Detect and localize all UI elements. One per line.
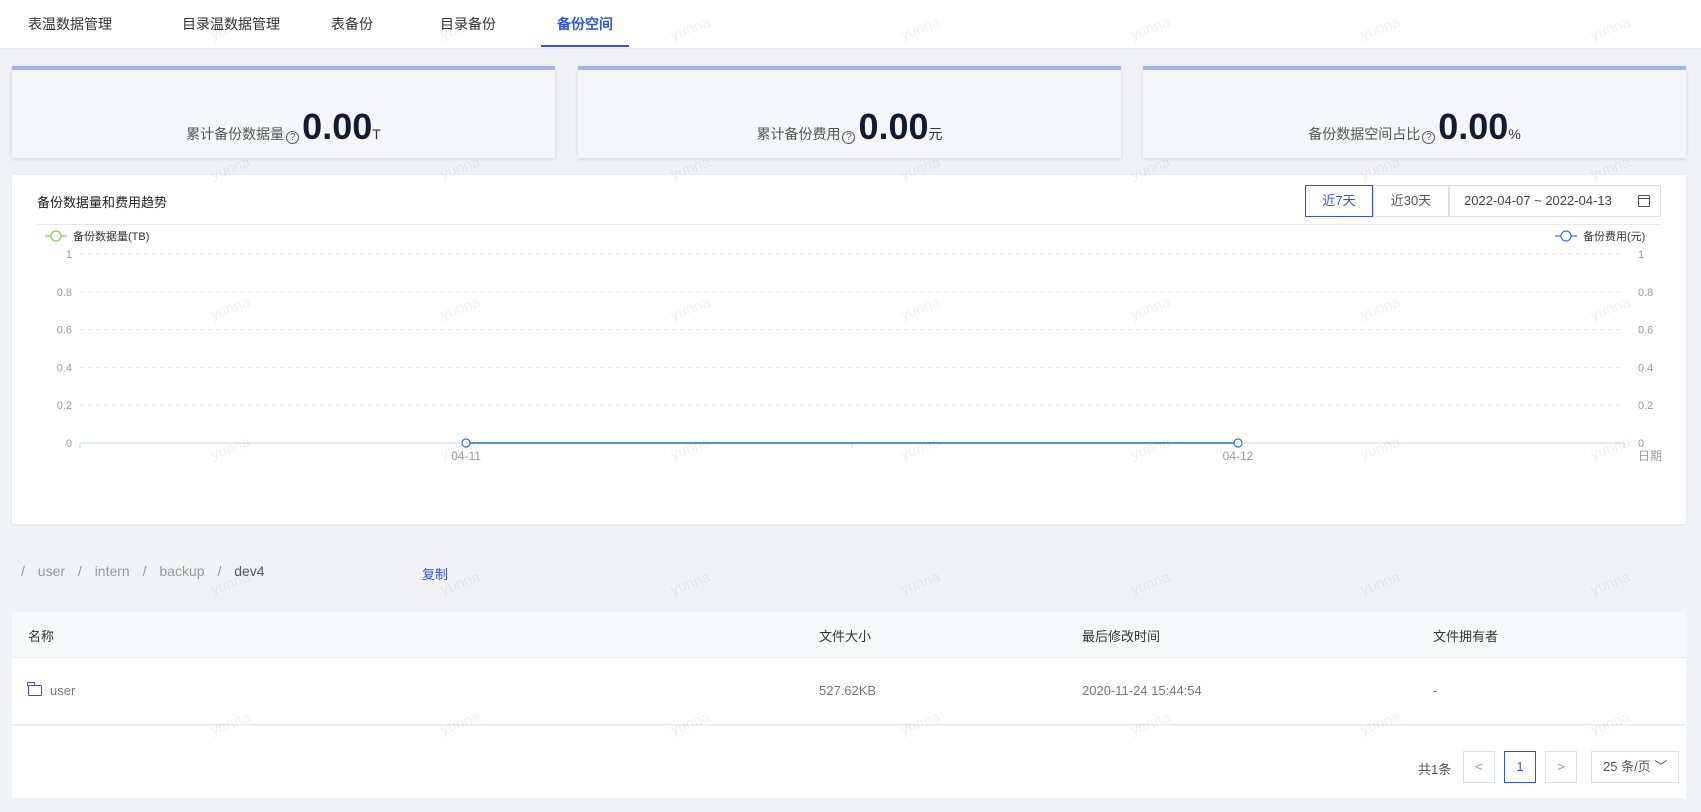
x-tick-label: 04-11 [451,449,481,463]
help-icon[interactable]: ? [842,131,856,144]
watermark-text: yunna [668,568,713,599]
tab-table-temp-data[interactable]: 表温数据管理 [20,0,120,48]
stat-card-cost: 累计备份费用? 0.00元 [578,66,1121,158]
copy-path-button[interactable]: 复制 [422,564,448,583]
tab-dir-temp-data[interactable]: 目录温数据管理 [166,0,296,48]
y-tick-label-left: 0 [66,438,72,450]
legend-label: 备份数据量(TB) [73,229,149,243]
y-tick-label-right: 1 [1638,249,1644,261]
data-point [1233,438,1243,448]
next-page-button[interactable]: > [1545,751,1577,783]
chevron-down-icon: ﹀ [1650,759,1668,774]
page-size-select[interactable]: 25 条/页 ﹀ [1591,751,1679,783]
x-tick-label: 04-12 [1223,449,1254,463]
watermark-text: yunna [898,568,943,599]
stat-label: 备份数据空间占比 [1308,126,1421,142]
page-1-button[interactable]: 1 [1504,751,1536,783]
table-header: 名称 文件大小 最后修改时间 文件拥有者 [12,612,1686,658]
file-size: 527.62KB [819,683,877,698]
stat-value: 0.00 [1438,106,1509,147]
page-size-value: 25 条/页 [1603,759,1651,774]
legend-label: 备份费用(元) [1583,229,1645,243]
trend-chart-panel: 备份数据量和费用趋势 近7天 近30天 2022-04-07 ~ 2022-04… [12,175,1686,524]
y-tick-label-right: 0.4 [1638,362,1653,374]
y-tick-label-left: 0.6 [57,325,72,337]
folder-link[interactable]: user [27,682,76,698]
y-tick-label-left: 0.2 [57,400,72,412]
pagination: 共1条 < 1 > 25 条/页 ﹀ [12,726,1686,798]
legend-marker-dot [1560,230,1572,242]
breadcrumb: / user / intern / backup / dev4 [21,563,274,579]
breadcrumb-item-user[interactable]: user [38,563,65,579]
folder-icon [27,682,42,696]
breadcrumb-separator: / [142,563,147,579]
data-point [461,438,471,448]
tab-bar: 表温数据管理 目录温数据管理 表备份 目录备份 备份空间 [0,0,1701,49]
column-header-size[interactable]: 文件大小 [819,626,871,645]
table-row[interactable]: user 527.62KB 2020-11-24 15:44:54 - [12,658,1686,725]
y-tick-label-right: 0.8 [1638,287,1653,299]
stat-label: 累计备份费用 [756,126,841,142]
line-chart: 0 00.2 0.20.4 0.40.6 0.60.8 0.81 104-11 04-12 日期… [45,229,1662,463]
help-icon[interactable]: ? [286,131,300,144]
tab-backup-space[interactable]: 备份空间 [541,0,629,48]
file-modified-time: 2020-11-24 15:44:54 [1082,683,1202,698]
watermark-text: yunna [1588,568,1633,599]
stat-card-space-ratio: 备份数据空间占比? 0.00% [1143,66,1686,158]
breadcrumb-separator: / [21,563,25,579]
legend-marker-dot [50,230,62,242]
y-tick-label-left: 0.4 [57,362,72,374]
watermark-text: yunna [1358,568,1403,599]
file-name: user [50,683,76,698]
column-header-modified[interactable]: 最后修改时间 [1082,626,1160,645]
stat-label: 累计备份数据量 [186,126,285,142]
breadcrumb-separator: / [217,563,222,579]
prev-page-button[interactable]: < [1463,751,1495,783]
help-icon[interactable]: ? [1422,131,1436,144]
tab-dir-backup[interactable]: 目录备份 [436,0,500,48]
stat-card-data-volume: 累计备份数据量? 0.00T [12,66,555,158]
breadcrumb-item-intern[interactable]: intern [95,563,130,579]
stat-unit: % [1508,126,1521,142]
stat-value: 0.00 [302,106,373,147]
column-header-name[interactable]: 名称 [28,626,54,645]
watermark-text: yunna [1128,568,1173,599]
y-tick-label-right: 0.2 [1638,400,1653,412]
stat-unit: 元 [928,126,943,142]
y-tick-label-right: 0.6 [1638,325,1653,337]
breadcrumb-item-dev4: dev4 [234,563,265,579]
file-table: 名称 文件大小 最后修改时间 文件拥有者 user 527.62KB 2020-… [12,612,1686,725]
pagination-total: 共1条 [1418,762,1452,777]
x-axis-title: 日期 [1638,449,1662,463]
column-header-owner[interactable]: 文件拥有者 [1433,626,1498,645]
y-tick-label-left: 0.8 [57,287,72,299]
active-tab-indicator [541,45,629,47]
stat-unit: T [372,126,381,142]
breadcrumb-separator: / [77,563,82,579]
file-owner: - [1433,683,1438,698]
y-tick-label-left: 1 [66,249,72,261]
breadcrumb-item-backup[interactable]: backup [159,563,204,579]
stat-value: 0.00 [858,106,929,147]
tab-table-backup[interactable]: 表备份 [328,0,376,48]
